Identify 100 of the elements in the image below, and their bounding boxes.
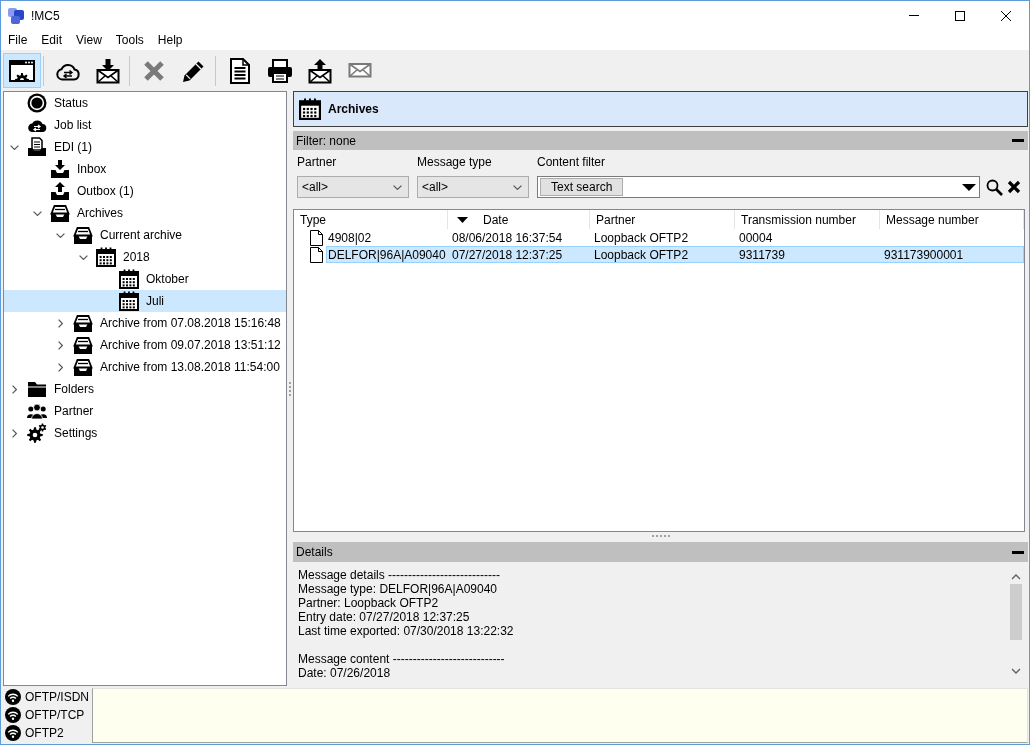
close-icon[interactable] [1001, 10, 1011, 21]
connection-label: OFTP2 [25, 726, 64, 740]
details-title: Details [296, 545, 333, 559]
column-header[interactable]: Date [448, 210, 590, 229]
people-icon [27, 403, 47, 419]
tree-item[interactable]: 2018 [4, 246, 286, 268]
tree-item[interactable]: Juli [4, 290, 286, 312]
tree-item[interactable]: Archive from 13.08.2018 11:54:00 [4, 356, 286, 378]
content-filter-field[interactable]: Text search [537, 176, 980, 198]
menu-item[interactable]: Edit [34, 31, 70, 49]
tree-item[interactable]: Oktober [4, 268, 286, 290]
details-line: Message content ---------------------------- [298, 652, 506, 666]
details-line: Message type: DELFOR|96A|A09040 [298, 582, 498, 596]
column-header[interactable]: Partner [590, 210, 735, 229]
wifi-icon [5, 725, 21, 741]
chevron-down-icon[interactable] [513, 184, 522, 190]
chevron-right-icon[interactable] [57, 340, 63, 350]
chevron-right-icon[interactable] [57, 318, 63, 328]
menu-item[interactable]: Tools [108, 31, 151, 49]
calendar-icon [96, 247, 116, 267]
cross-icon[interactable] [1007, 180, 1021, 194]
tree-item[interactable]: Outbox (1) [4, 180, 286, 202]
field-label: Content filter [537, 154, 607, 170]
wifi-icon [5, 707, 21, 723]
grip-icon[interactable] [651, 534, 670, 537]
table-cell-text: 07/27/2018 12:37:25 [451, 247, 564, 262]
column-header[interactable]: Transmission number [735, 210, 880, 229]
window-gear-icon[interactable] [9, 59, 35, 82]
folder-icon [27, 380, 47, 398]
calendar-icon [299, 98, 321, 120]
field-label: Message type [417, 154, 493, 170]
archive-tray-icon [50, 203, 70, 223]
details-line: Message details ---------------------------- [298, 568, 501, 582]
chevron-down-icon[interactable] [78, 254, 88, 260]
calendar-icon [119, 291, 139, 311]
connection-label: OFTP/TCP [25, 708, 85, 722]
triangle-down-icon[interactable] [962, 183, 976, 191]
dropdown[interactable]: <all> [297, 176, 409, 198]
tree-item[interactable]: EDI (1) [4, 136, 286, 158]
scrollbar[interactable] [1009, 573, 1023, 675]
tray-document-icon [27, 137, 47, 157]
archive-tray-icon [73, 357, 93, 377]
document-icon [310, 246, 323, 263]
menu-item[interactable]: Help [150, 31, 190, 49]
table-cell-text: 4908|02 [327, 230, 373, 245]
table-cell-text: 00004 [738, 230, 774, 245]
tree-item[interactable]: Settings [4, 422, 286, 444]
tray-up-arrow-icon [50, 181, 70, 201]
table-cell-text: 931173900001 [883, 247, 965, 262]
tree-item[interactable]: Job list [4, 114, 286, 136]
app-icon [8, 7, 24, 24]
tree-item[interactable]: Folders [4, 378, 286, 400]
field-label: Partner [297, 154, 338, 170]
tree-item[interactable]: Partner [4, 400, 286, 422]
text-search-button[interactable]: Text search [540, 178, 624, 196]
tree-item[interactable]: Archive from 07.08.2018 15:16:48 [4, 312, 286, 334]
menu-item[interactable]: View [69, 31, 109, 49]
archive-tray-icon [73, 313, 93, 333]
archive-tray-icon [73, 225, 93, 245]
tree-item[interactable]: Inbox [4, 158, 286, 180]
chevron-down-icon[interactable] [393, 184, 402, 190]
column-header[interactable]: Type [294, 210, 448, 229]
tree-item[interactable]: Archive from 09.07.2018 13:51:12 [4, 334, 286, 356]
table-cell-text: 9311739 [738, 247, 786, 262]
cloud-arrows-icon [27, 117, 47, 133]
table-row[interactable]: 4908|02 08/06/2018 16:37:54 Loopback OFTP2 00004 [326, 229, 1024, 246]
dropdown[interactable]: <all> [417, 176, 529, 198]
tree-item[interactable]: Archives [4, 202, 286, 224]
tree-item[interactable]: Current archive [4, 224, 286, 246]
chevron-down-icon[interactable] [9, 144, 19, 150]
table-cell-text: Loopback OFTP2 [593, 230, 690, 245]
chevron-right-icon[interactable] [11, 428, 17, 438]
calendar-icon [119, 269, 139, 289]
chevron-down-icon[interactable] [32, 210, 42, 216]
document-icon [310, 229, 323, 246]
column-header[interactable]: Message number [880, 210, 1024, 229]
search-icon[interactable] [986, 178, 1003, 196]
minus-icon[interactable] [1012, 550, 1024, 554]
document-icon[interactable] [230, 57, 250, 84]
maximize-icon[interactable] [955, 10, 965, 21]
table-cell-text: 08/06/2018 16:37:54 [451, 230, 564, 245]
tree-item[interactable]: Status [4, 92, 286, 114]
chevron-down-icon[interactable] [55, 232, 65, 238]
archive-tray-icon [73, 335, 93, 355]
settings-icon [27, 423, 47, 443]
sort-arrow-icon[interactable] [457, 216, 468, 223]
details-line: Date: 07/26/2018 [298, 666, 392, 680]
tray-down-arrow-icon [50, 159, 70, 179]
details-line: Last time exported: 07/30/2018 13:22:32 [298, 624, 515, 638]
window-title: !MC5 [31, 8, 61, 23]
panel-title: Archives [328, 102, 379, 116]
envelope-down-arrow-icon[interactable] [96, 57, 120, 84]
filter-title: Filter: none [296, 133, 357, 148]
chevron-right-icon[interactable] [57, 362, 63, 372]
chevron-right-icon[interactable] [11, 384, 17, 394]
table-row[interactable]: DELFOR|96A|A09040 07/27/2018 12:37:25 Loopback OFTP2 9311739 931173900001 [326, 246, 1024, 263]
menu-item[interactable]: File [1, 31, 35, 49]
view-toggle-button[interactable] [3, 53, 41, 88]
envelope-up-arrow-icon[interactable] [308, 57, 332, 84]
printer-icon[interactable] [267, 58, 293, 83]
